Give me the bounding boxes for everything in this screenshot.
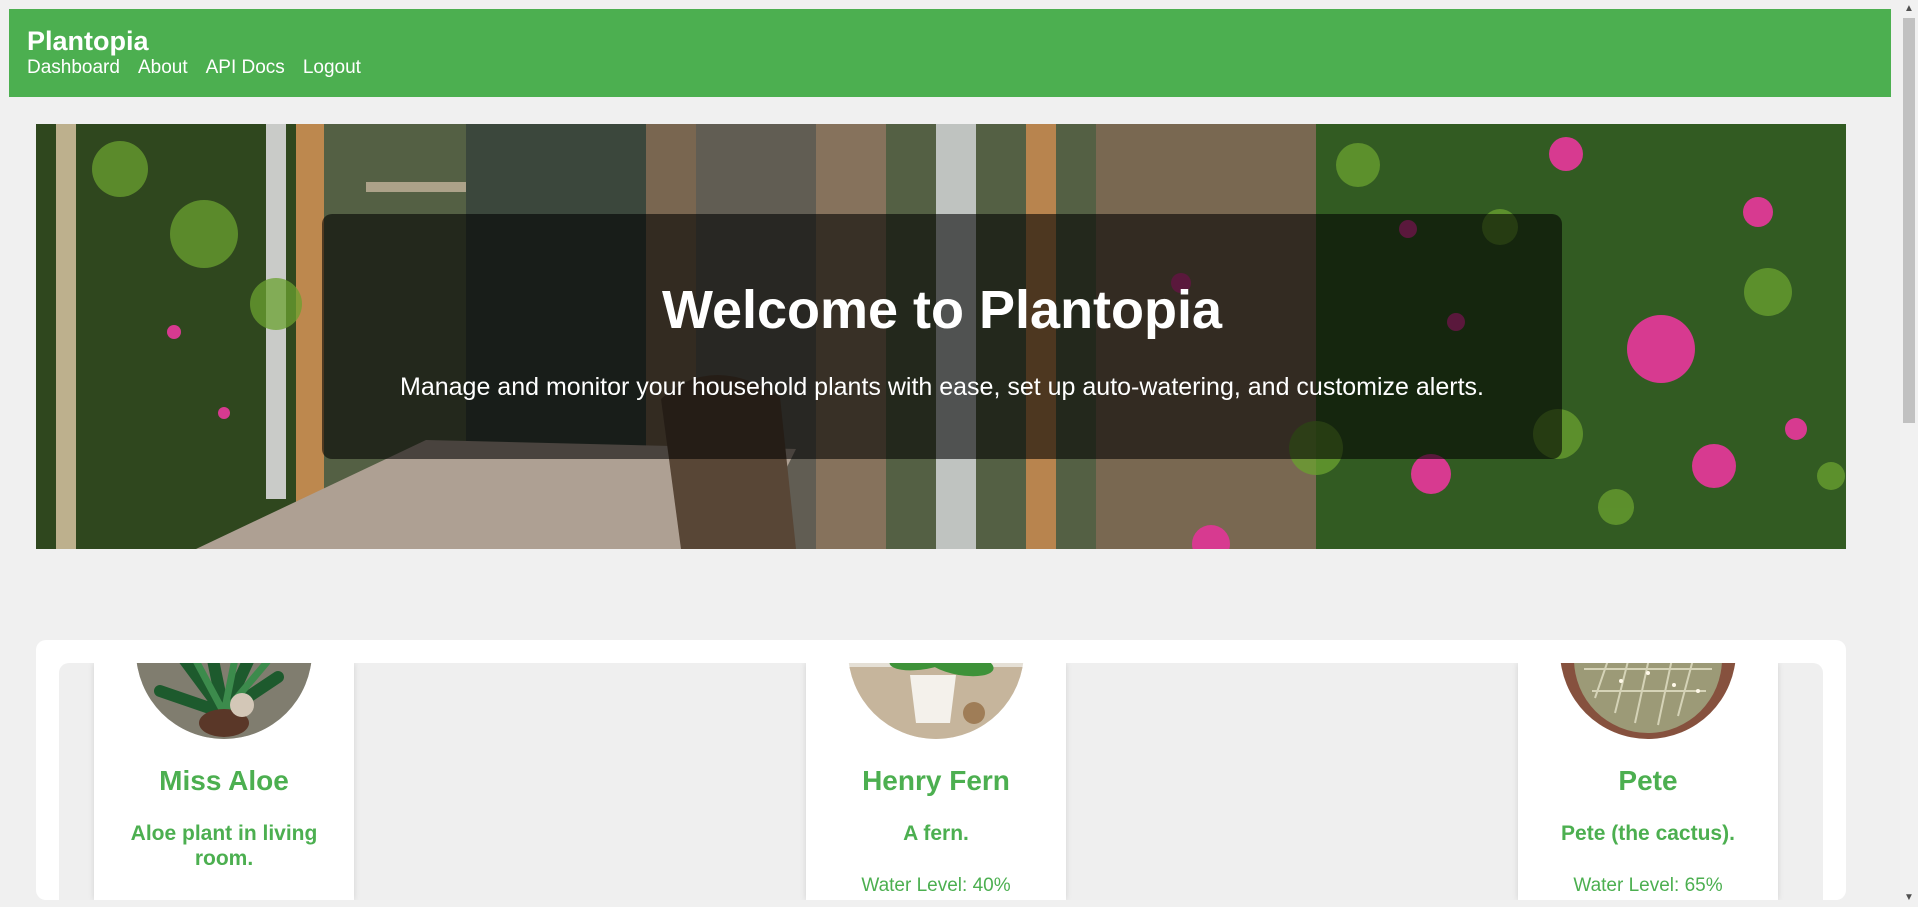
- plant-card-miss-aloe[interactable]: Miss Aloe Aloe plant in living room.: [94, 663, 354, 900]
- nav-link-dashboard[interactable]: Dashboard: [27, 56, 120, 80]
- nav-link-about[interactable]: About: [138, 56, 188, 80]
- plant-description: Pete (the cactus).: [1561, 822, 1735, 845]
- plant-water-level: Water Level: 65%: [1573, 875, 1723, 896]
- plant-description: Aloe plant in living room.: [130, 822, 318, 870]
- hero-banner: Welcome to Plantopia Manage and monitor …: [36, 124, 1846, 549]
- plant-name: Henry Fern: [862, 765, 1010, 796]
- plant-name: Pete: [1618, 765, 1678, 796]
- plant-description: A fern.: [903, 822, 969, 845]
- page-scrollbar[interactable]: ▲ ▼: [1900, 0, 1918, 907]
- plants-carousel[interactable]: Miss Aloe Aloe plant in living room. Hen…: [59, 663, 1823, 900]
- fern-plant-photo: [848, 663, 1024, 739]
- nav-link-api-docs[interactable]: API Docs: [206, 56, 285, 80]
- nav-link-logout[interactable]: Logout: [303, 56, 361, 80]
- plant-card-henry-fern[interactable]: Henry Fern A fern. Water Level: 40%: [806, 663, 1066, 900]
- hero-title: Welcome to Plantopia: [661, 280, 1223, 340]
- cactus-plant-photo: [1560, 663, 1736, 739]
- plants-panel: Miss Aloe Aloe plant in living room. Hen…: [36, 640, 1846, 900]
- scroll-up-arrow-icon[interactable]: ▲: [1900, 0, 1918, 18]
- hero-subtitle: Manage and monitor your household plants…: [400, 373, 1484, 401]
- plant-name: Miss Aloe: [159, 765, 289, 796]
- scroll-down-arrow-icon[interactable]: ▼: [1900, 889, 1918, 907]
- brand-title[interactable]: Plantopia: [27, 26, 149, 56]
- plant-card-pete[interactable]: Pete Pete (the cactus). Water Level: 65%: [1518, 663, 1778, 900]
- navbar: Plantopia Dashboard About API Docs Logou…: [9, 9, 1891, 97]
- hero-overlay: Welcome to Plantopia Manage and monitor …: [322, 214, 1562, 459]
- nav-links: Dashboard About API Docs Logout: [27, 56, 361, 80]
- scrollbar-thumb[interactable]: [1903, 18, 1915, 423]
- aloe-plant-photo: [136, 663, 312, 739]
- plant-water-level: Water Level: 40%: [861, 875, 1011, 896]
